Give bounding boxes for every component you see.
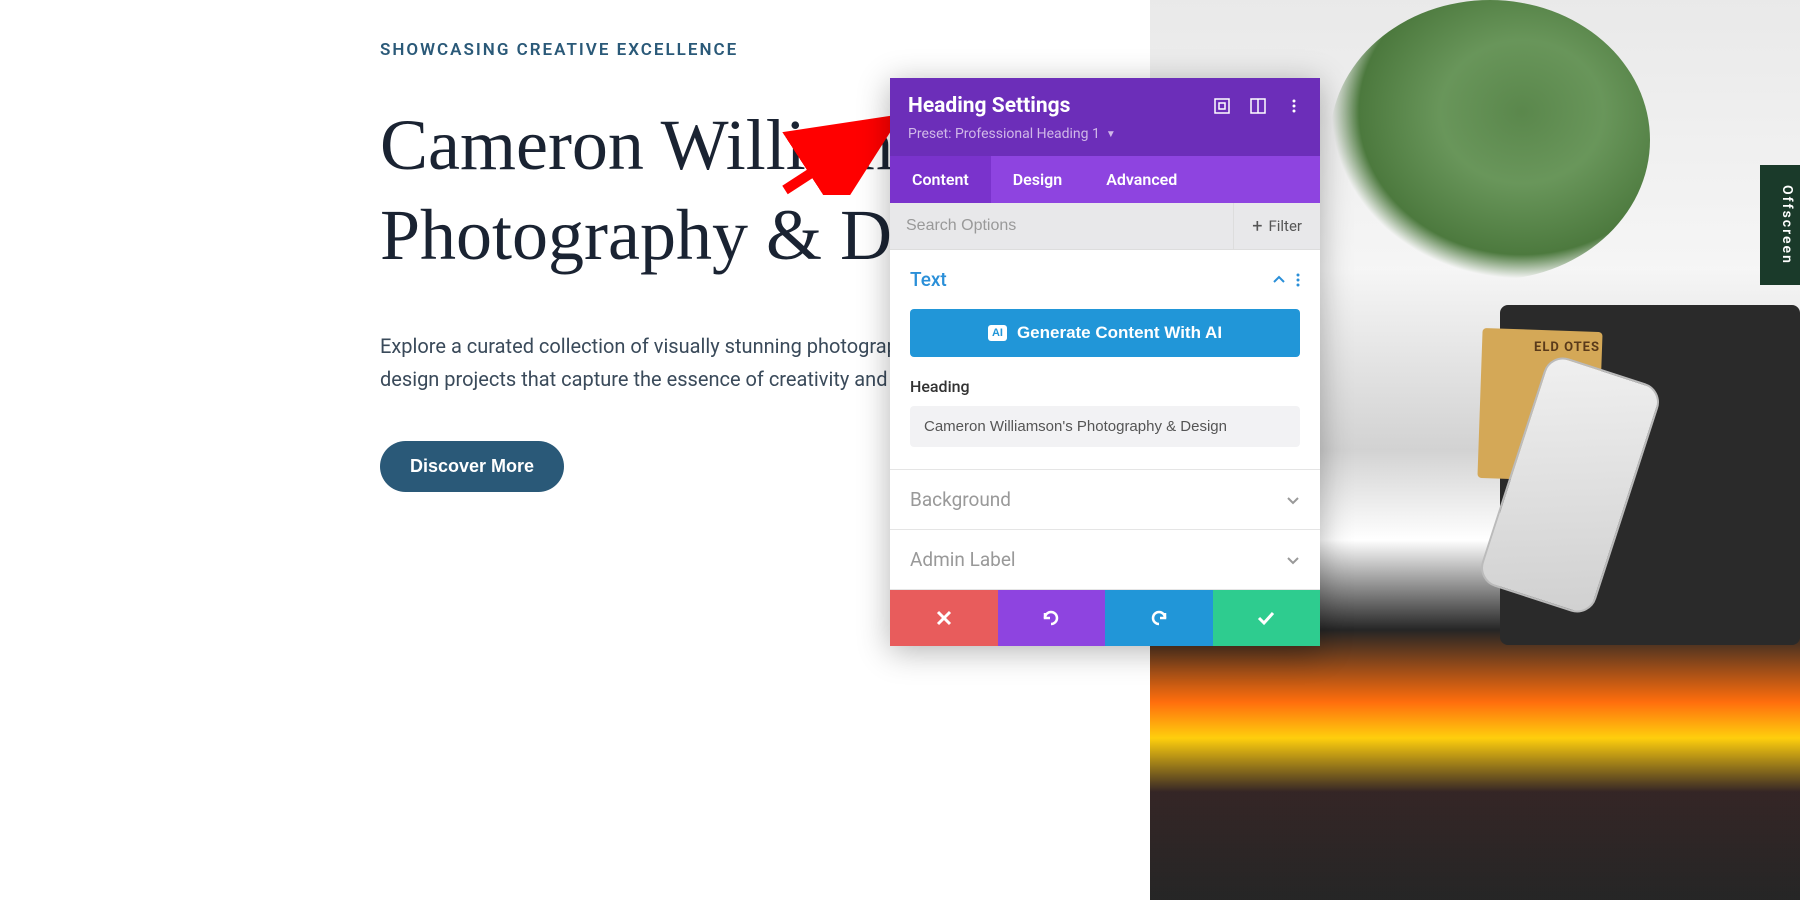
section-more-icon[interactable] [1296, 273, 1300, 287]
generate-ai-button[interactable]: AI Generate Content With AI [910, 309, 1300, 357]
chevron-down-icon [1286, 493, 1300, 507]
expand-icon[interactable] [1214, 98, 1230, 114]
background-notepad-text: ELD OTES [1534, 340, 1600, 355]
panel-tabs: Content Design Advanced [890, 156, 1320, 203]
annotation-arrow [780, 115, 900, 195]
redo-button[interactable] [1105, 590, 1213, 646]
section-admin-title: Admin Label [910, 548, 1016, 571]
search-row: + Filter [890, 203, 1320, 250]
caret-down-icon: ▼ [1106, 129, 1116, 140]
tab-advanced[interactable]: Advanced [1084, 156, 1199, 203]
redo-icon [1149, 608, 1169, 628]
section-background-header[interactable]: Background [890, 470, 1320, 529]
heading-field-label: Heading [910, 377, 1300, 396]
tab-content[interactable]: Content [890, 156, 991, 203]
section-text-title: Text [910, 268, 947, 291]
panel-header: Heading Settings Preset: Professional He… [890, 78, 1320, 156]
undo-button[interactable] [998, 590, 1106, 646]
eyebrow-text: SHOWCASING CREATIVE EXCELLENCE [380, 40, 1100, 60]
plus-icon: + [1252, 216, 1262, 237]
background-book-text: Offscreen [1779, 185, 1795, 265]
section-text-header[interactable]: Text [890, 250, 1320, 309]
section-text: Text AI Generate Content With AI Heading [890, 250, 1320, 470]
filter-button[interactable]: + Filter [1233, 203, 1320, 249]
heading-settings-panel: Heading Settings Preset: Professional He… [890, 78, 1320, 646]
section-background-title: Background [910, 488, 1011, 511]
section-admin-label: Admin Label [890, 530, 1320, 590]
panel-footer [890, 590, 1320, 646]
panel-title: Heading Settings [908, 94, 1070, 118]
columns-icon[interactable] [1250, 98, 1266, 114]
heading-field-input[interactable] [910, 406, 1300, 447]
ai-button-label: Generate Content With AI [1017, 323, 1222, 343]
chevron-up-icon [1272, 273, 1286, 287]
save-button[interactable] [1213, 590, 1321, 646]
preset-label: Preset: Professional Heading 1 [908, 126, 1100, 142]
close-icon [934, 608, 954, 628]
more-icon[interactable] [1286, 98, 1302, 114]
chevron-down-icon [1286, 553, 1300, 567]
search-input[interactable] [890, 203, 1233, 249]
tab-design[interactable]: Design [991, 156, 1084, 203]
check-icon [1256, 608, 1276, 628]
section-background: Background [890, 470, 1320, 530]
section-admin-header[interactable]: Admin Label [890, 530, 1320, 589]
discover-more-button[interactable]: Discover More [380, 441, 564, 492]
preset-dropdown[interactable]: Preset: Professional Heading 1 ▼ [908, 126, 1302, 142]
ai-badge: AI [988, 325, 1007, 341]
undo-icon [1041, 608, 1061, 628]
cancel-button[interactable] [890, 590, 998, 646]
filter-label: Filter [1268, 217, 1302, 235]
background-plant [1330, 0, 1650, 280]
